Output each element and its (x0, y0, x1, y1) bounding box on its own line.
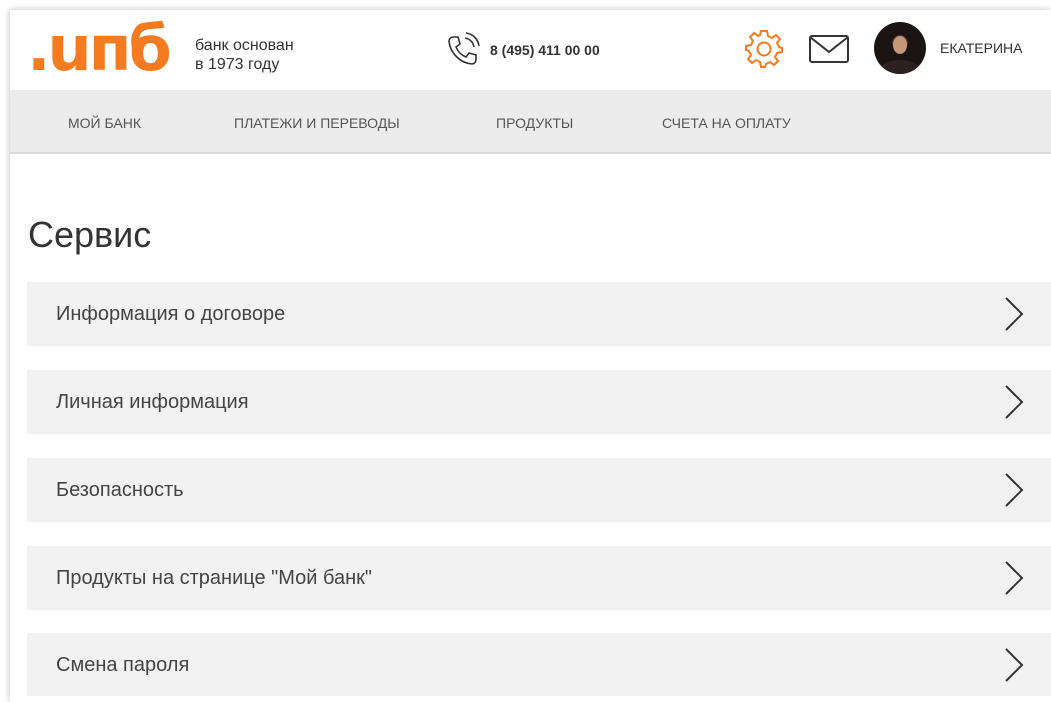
page: .uпб банк основан в 1973 году 8 (495) 41… (10, 10, 1051, 702)
logo-mark: .uпб (27, 12, 172, 85)
list-item-label: Информация о договоре (56, 303, 286, 325)
list-item-label: Безопасность (56, 479, 184, 501)
user-name[interactable]: ЕКАТЕРИНА (940, 40, 1022, 56)
list-item-label: Личная информация (56, 391, 249, 413)
phone-icon (448, 32, 480, 65)
main-nav: МОЙ БАНК ПЛАТЕЖИ И ПЕРЕВОДЫ ПРОДУКТЫ СЧЕ… (10, 90, 1051, 154)
chevron-right-icon (1005, 648, 1024, 682)
gear-icon[interactable] (744, 28, 784, 68)
mail-icon[interactable] (808, 34, 850, 64)
list-item-contract-info[interactable]: Информация о договоре (27, 282, 1051, 346)
phone-number: 8 (495) 411 00 00 (490, 42, 600, 58)
list-item-security[interactable]: Безопасность (27, 458, 1051, 522)
phone-contact[interactable]: 8 (495) 411 00 00 (442, 30, 600, 70)
list-item-change-password[interactable]: Смена пароля (27, 633, 1051, 696)
list-item-products-on-page[interactable]: Продукты на странице "Мой банк" (27, 546, 1051, 610)
list-item-label: Продукты на странице "Мой банк" (56, 567, 373, 589)
list-item-label: Смена пароля (56, 654, 190, 676)
tagline-line-2: в 1973 году (195, 56, 280, 73)
avatar[interactable] (874, 22, 926, 74)
nav-item-products[interactable]: ПРОДУКТЫ (496, 115, 573, 131)
chevron-right-icon (1005, 297, 1024, 331)
list-item-personal-info[interactable]: Личная информация (27, 370, 1051, 434)
logo-tagline: банк основан в 1973 году (195, 36, 294, 74)
bank-logo[interactable]: .uпб (27, 12, 172, 85)
page-title: Сервис (28, 214, 152, 255)
chevron-right-icon (1005, 385, 1024, 419)
nav-item-payments[interactable]: ПЛАТЕЖИ И ПЕРЕВОДЫ (234, 115, 400, 131)
tagline-line-1: банк основан (195, 37, 294, 54)
nav-item-invoices[interactable]: СЧЕТА НА ОПЛАТУ (662, 115, 791, 131)
chevron-right-icon (1005, 473, 1024, 507)
nav-item-my-bank[interactable]: МОЙ БАНК (68, 115, 141, 131)
chevron-right-icon (1005, 561, 1024, 595)
header: .uпб банк основан в 1973 году 8 (495) 41… (10, 10, 1051, 90)
